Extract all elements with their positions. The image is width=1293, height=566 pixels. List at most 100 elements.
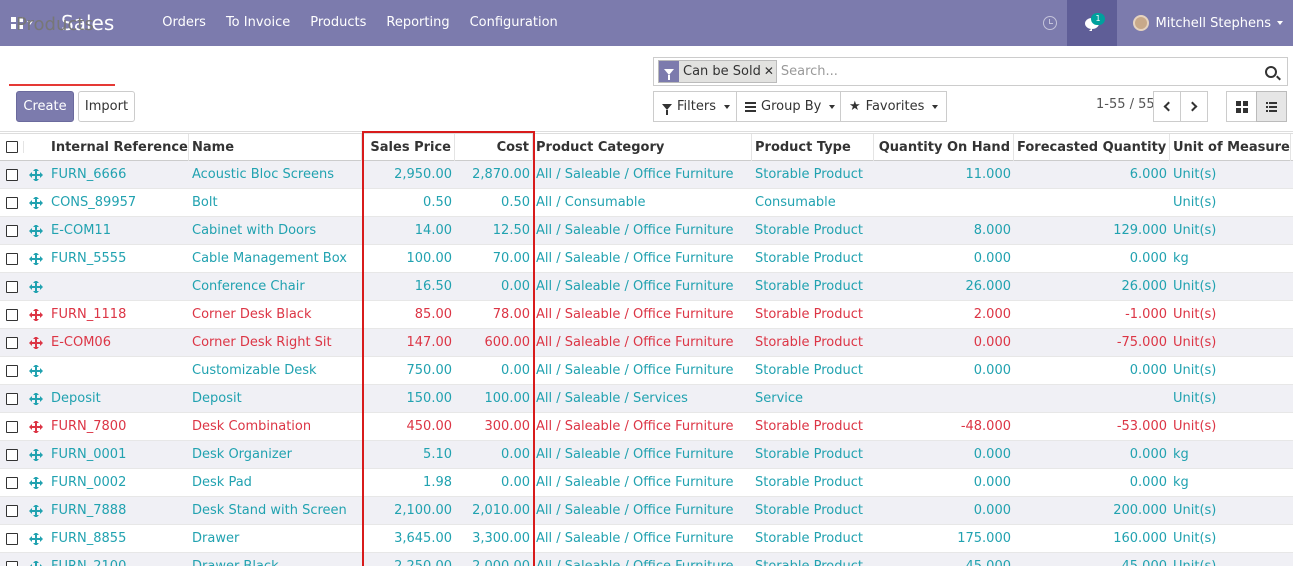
pager-value[interactable]: 1-55 / 55 [1096, 97, 1155, 112]
kanban-view-button[interactable] [1226, 91, 1257, 122]
select-all-checkbox-cell[interactable] [0, 141, 24, 153]
row-checkbox-cell[interactable] [0, 504, 24, 517]
table-row[interactable]: FURN_0001 Desk Organizer 5.10 0.00 All / Sal… [0, 441, 1293, 469]
row-checkbox[interactable] [6, 504, 18, 517]
column-forecasted-quantity[interactable]: Forecasted Quantity [1014, 133, 1170, 161]
drag-handle-icon[interactable] [29, 448, 43, 461]
list-view-button[interactable] [1256, 91, 1287, 122]
row-checkbox-cell[interactable] [0, 280, 24, 293]
row-checkbox[interactable] [6, 392, 18, 405]
column-unit-of-measure[interactable]: Unit of Measure [1170, 133, 1291, 161]
group-by-dropdown[interactable]: Group By [736, 91, 845, 122]
create-button[interactable]: Create [16, 91, 74, 122]
drag-handle-icon[interactable] [29, 168, 43, 181]
row-checkbox-cell[interactable] [0, 532, 24, 545]
row-handle-cell[interactable] [24, 364, 48, 377]
drag-handle-icon[interactable] [29, 476, 43, 489]
drag-handle-icon[interactable] [29, 252, 43, 265]
row-checkbox-cell[interactable] [0, 196, 24, 209]
column-internal-reference[interactable]: Internal Reference [48, 133, 189, 161]
row-checkbox[interactable] [6, 420, 18, 433]
row-checkbox[interactable] [6, 252, 18, 265]
row-handle-cell[interactable] [24, 308, 48, 321]
row-handle-cell[interactable] [24, 392, 48, 405]
column-name[interactable]: Name [189, 133, 362, 161]
drag-handle-icon[interactable] [29, 392, 43, 405]
table-row[interactable]: FURN_7800 Desk Combination 450.00 300.00 All… [0, 413, 1293, 441]
column-product-category[interactable]: Product Category [533, 133, 752, 161]
row-checkbox-cell[interactable] [0, 224, 24, 237]
row-checkbox[interactable] [6, 336, 18, 349]
row-checkbox-cell[interactable] [0, 252, 24, 265]
column-cost[interactable]: Cost [455, 133, 533, 161]
row-handle-cell[interactable] [24, 168, 48, 181]
column-quantity-on-hand[interactable]: Quantity On Hand [874, 133, 1014, 161]
row-checkbox[interactable] [6, 448, 18, 461]
menu-reporting[interactable]: Reporting [376, 0, 459, 46]
row-checkbox-cell[interactable] [0, 392, 24, 405]
row-handle-cell[interactable] [24, 252, 48, 265]
messaging-button[interactable]: 1 [1067, 0, 1118, 46]
row-handle-cell[interactable] [24, 476, 48, 489]
close-icon[interactable]: ✕ [764, 61, 776, 82]
row-handle-cell[interactable] [24, 532, 48, 545]
menu-products[interactable]: Products [300, 0, 376, 46]
table-row[interactable]: E-COM11 Cabinet with Doors 14.00 12.50 All /… [0, 217, 1293, 245]
table-row[interactable]: FURN_7888 Desk Stand with Screen 2,100.00 2… [0, 497, 1293, 525]
row-checkbox-cell[interactable] [0, 476, 24, 489]
table-row[interactable]: Conference Chair 16.50 0.00 All / Saleable … [0, 273, 1293, 301]
drag-handle-icon[interactable] [29, 196, 43, 209]
row-checkbox-cell[interactable] [0, 448, 24, 461]
favorites-dropdown[interactable]: ★ Favorites [840, 91, 948, 122]
table-row[interactable]: FURN_5555 Cable Management Box 100.00 70.00… [0, 245, 1293, 273]
row-handle-cell[interactable] [24, 420, 48, 433]
drag-handle-icon[interactable] [29, 560, 43, 566]
row-checkbox[interactable] [6, 364, 18, 377]
row-checkbox-cell[interactable] [0, 420, 24, 433]
drag-handle-icon[interactable] [29, 224, 43, 237]
row-handle-cell[interactable] [24, 280, 48, 293]
drag-handle-icon[interactable] [29, 308, 43, 321]
drag-handle-icon[interactable] [29, 336, 43, 349]
column-sales-price[interactable]: Sales Price [362, 133, 455, 161]
menu-orders[interactable]: Orders [152, 0, 216, 46]
row-checkbox[interactable] [6, 224, 18, 237]
import-button[interactable]: Import [78, 91, 135, 122]
select-all-checkbox[interactable] [5, 141, 18, 153]
table-row[interactable]: Customizable Desk 750.00 0.00 All / Saleabl… [0, 357, 1293, 385]
table-row[interactable]: CONS_89957 Bolt 0.50 0.50 All / Consumable Co… [0, 189, 1293, 217]
table-row[interactable]: Deposit Deposit 150.00 100.00 All / Saleable… [0, 385, 1293, 413]
search-input[interactable] [776, 59, 1265, 84]
user-menu[interactable]: Mitchell Stephens [1117, 15, 1293, 31]
row-checkbox-cell[interactable] [0, 364, 24, 377]
drag-handle-icon[interactable] [29, 504, 43, 517]
table-row[interactable]: FURN_6666 Acoustic Bloc Screens 2,950.00 2,… [0, 161, 1293, 189]
row-checkbox[interactable] [6, 532, 18, 545]
row-checkbox[interactable] [6, 168, 18, 181]
table-row[interactable]: E-COM06 Corner Desk Right Sit 147.00 600.00… [0, 329, 1293, 357]
row-handle-cell[interactable] [24, 448, 48, 461]
search-icon[interactable] [1265, 65, 1277, 78]
row-checkbox-cell[interactable] [0, 560, 24, 566]
row-checkbox[interactable] [6, 476, 18, 489]
menu-configuration[interactable]: Configuration [460, 0, 568, 46]
menu-to-invoice[interactable]: To Invoice [216, 0, 300, 46]
table-row[interactable]: FURN_2100Drawer Black2,250.002,000.00All… [0, 553, 1293, 566]
row-checkbox-cell[interactable] [0, 308, 24, 321]
row-checkbox[interactable] [6, 280, 18, 293]
row-checkbox[interactable] [6, 196, 18, 209]
table-row[interactable]: FURN_0002 Desk Pad 1.98 0.00 All / Saleable … [0, 469, 1293, 497]
row-handle-cell[interactable] [24, 196, 48, 209]
row-handle-cell[interactable] [24, 504, 48, 517]
drag-handle-icon[interactable] [29, 280, 43, 293]
row-handle-cell[interactable] [24, 336, 48, 349]
pager-previous-button[interactable] [1153, 91, 1181, 122]
pager-next-button[interactable] [1180, 91, 1208, 122]
row-handle-cell[interactable] [24, 224, 48, 237]
table-row[interactable]: FURN_8855 Drawer 3,645.00 3,300.00 All / Sal… [0, 525, 1293, 553]
row-checkbox-cell[interactable] [0, 336, 24, 349]
filters-dropdown[interactable]: Filters [653, 91, 739, 122]
row-checkbox-cell[interactable] [0, 168, 24, 181]
drag-handle-icon[interactable] [29, 364, 43, 377]
table-row[interactable]: FURN_1118 Corner Desk Black 85.00 78.00 All … [0, 301, 1293, 329]
